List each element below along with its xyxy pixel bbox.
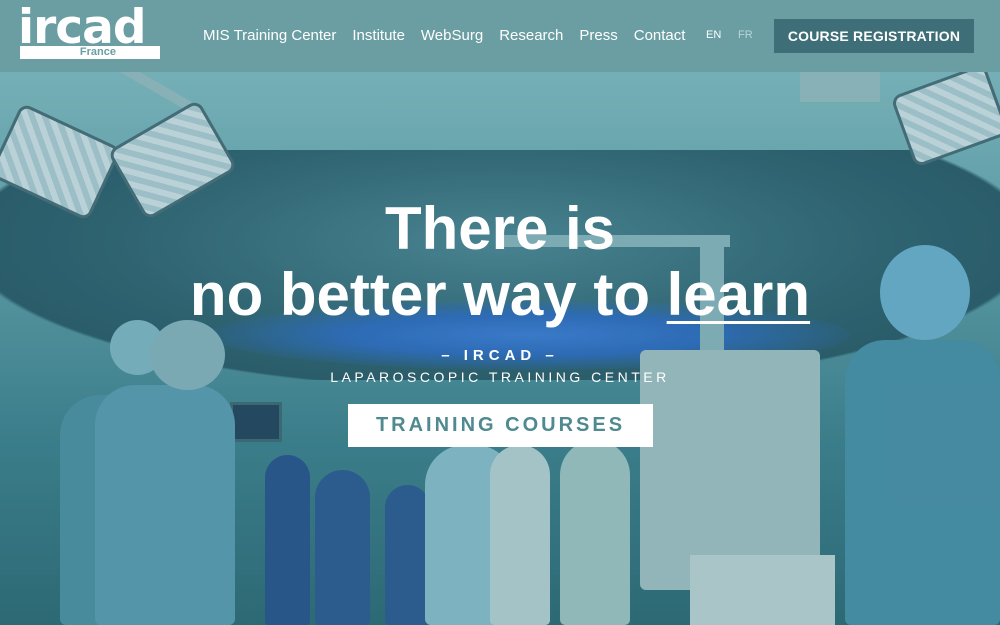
- language-en-link[interactable]: EN: [706, 28, 721, 42]
- main-nav: MIS Training Center Institute WebSurg Re…: [203, 26, 701, 46]
- nav-item-contact[interactable]: Contact: [634, 26, 686, 46]
- logo-country: France: [79, 46, 116, 58]
- ircad-logo[interactable]: ircad France: [18, 3, 162, 59]
- hero-subtitle-center: LAPAROSCOPIC TRAINING CENTER: [330, 369, 670, 385]
- nav-item-websurg[interactable]: WebSurg: [421, 26, 483, 46]
- course-registration-button[interactable]: COURSE REGISTRATION: [774, 19, 974, 53]
- headline-emphasis: learn: [666, 261, 811, 328]
- language-fr-link[interactable]: FR: [738, 28, 753, 42]
- hero-subtitle-brand: – IRCAD –: [441, 347, 559, 364]
- training-courses-button[interactable]: TRAINING COURSES: [348, 404, 653, 447]
- headline-line-2-prefix: no better way to: [189, 261, 667, 328]
- hero-headline: There is no better way to learn: [0, 196, 1000, 328]
- site-header: ircad France MIS Training Center Institu…: [0, 0, 1000, 72]
- headline-line-1: There is: [384, 195, 616, 262]
- nav-item-mis-training-center[interactable]: MIS Training Center: [203, 26, 336, 46]
- nav-item-research[interactable]: Research: [499, 26, 563, 46]
- nav-item-institute[interactable]: Institute: [352, 26, 405, 46]
- nav-item-press[interactable]: Press: [579, 26, 617, 46]
